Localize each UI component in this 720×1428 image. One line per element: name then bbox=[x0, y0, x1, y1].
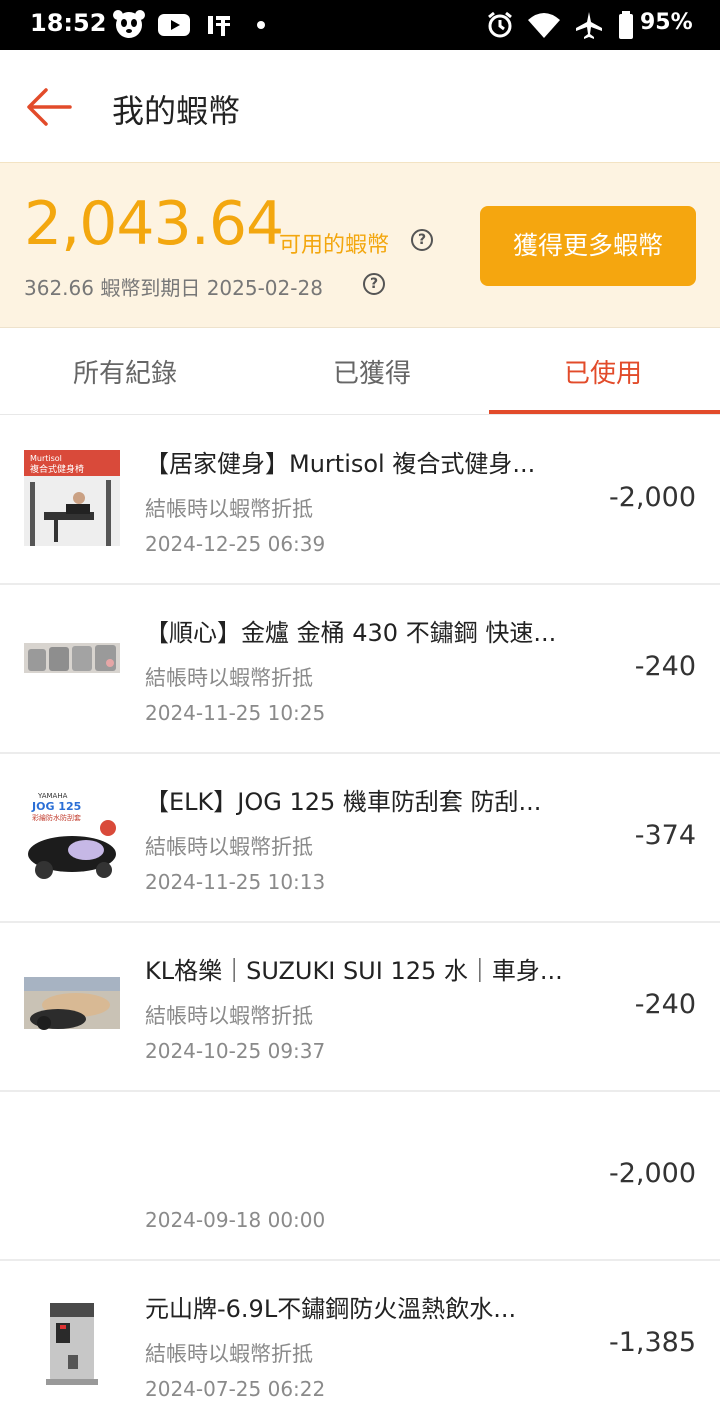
tab-all-records[interactable]: 所有紀錄 bbox=[73, 353, 177, 390]
tab-earned[interactable]: 已獲得 bbox=[333, 353, 411, 390]
transaction-amount: -240 bbox=[634, 989, 696, 1020]
active-tab-indicator bbox=[489, 410, 720, 414]
alarm-icon bbox=[488, 11, 512, 38]
transaction-row[interactable]: KL格樂｜SUZUKI SUI 125 水｜車身... 結帳時以蝦幣折抵 202… bbox=[0, 923, 720, 1092]
transaction-row[interactable]: 2024-09-18 00:00 -2,000 bbox=[0, 1092, 720, 1261]
transaction-description: 結帳時以蝦幣折抵 bbox=[145, 497, 313, 521]
moto-model-text: JOG 125 bbox=[31, 800, 81, 813]
transaction-amount: -1,385 bbox=[608, 1327, 696, 1358]
transaction-title: KL格樂｜SUZUKI SUI 125 水｜車身... bbox=[145, 957, 563, 985]
transaction-title: 元山牌-6.9L不鏽鋼防火溫熱飲水... bbox=[145, 1295, 517, 1323]
transaction-description: 結帳時以蝦幣折抵 bbox=[145, 666, 313, 690]
transaction-title: 【ELK】JOG 125 機車防刮套 防刮... bbox=[145, 788, 542, 816]
airplane-icon bbox=[576, 12, 602, 39]
transaction-date: 2024-09-18 00:00 bbox=[145, 1208, 326, 1232]
moto-sub-text: 彩繪防水防刮套 bbox=[32, 813, 81, 822]
product-thumbnail bbox=[24, 619, 120, 715]
earn-more-coins-button[interactable]: 獲得更多蝦幣 bbox=[480, 206, 696, 286]
transaction-date: 2024-10-25 09:37 bbox=[145, 1039, 326, 1063]
expiry-help-icon[interactable]: ? bbox=[363, 273, 385, 295]
gym-sub-text: 複合式健身椅 bbox=[30, 463, 84, 475]
page-title: 我的蝦幣 bbox=[112, 92, 241, 130]
coin-expiry-text: 362.66 蝦幣到期日 2025-02-28 bbox=[24, 276, 323, 300]
transaction-row[interactable]: 【順心】金爐 金桶 430 不鏽鋼 快速... 結帳時以蝦幣折抵 2024-11… bbox=[0, 585, 720, 754]
tab-used[interactable]: 已使用 bbox=[564, 353, 642, 390]
battery-icon bbox=[619, 11, 633, 39]
transaction-amount: -2,000 bbox=[608, 1158, 696, 1189]
transaction-title: 【順心】金爐 金桶 430 不鏽鋼 快速... bbox=[145, 619, 557, 647]
panda-app-icon bbox=[113, 10, 145, 38]
transaction-date: 2024-12-25 06:39 bbox=[145, 532, 326, 556]
coin-balance: 2,043.64 bbox=[24, 189, 284, 259]
transaction-amount: -374 bbox=[634, 820, 696, 851]
transaction-row[interactable]: 元山牌-6.9L不鏽鋼防火溫熱飲水... 結帳時以蝦幣折抵 2024-07-25… bbox=[0, 1261, 720, 1428]
taobao-icon bbox=[208, 16, 230, 36]
transaction-description: 結帳時以蝦幣折抵 bbox=[145, 835, 313, 859]
transaction-date: 2024-11-25 10:13 bbox=[145, 870, 326, 894]
transaction-description: 結帳時以蝦幣折抵 bbox=[145, 1342, 313, 1366]
app-header: 我的蝦幣 bbox=[0, 50, 720, 162]
status-bar: 18:52 95% bbox=[0, 0, 720, 50]
available-coins-label: 可用的蝦幣 bbox=[279, 233, 390, 258]
product-thumbnail bbox=[24, 957, 120, 1053]
transaction-amount: -2,000 bbox=[608, 482, 696, 513]
moto-brand-text: YAMAHA bbox=[37, 792, 68, 800]
transaction-amount: -240 bbox=[634, 651, 696, 682]
arrow-left-icon[interactable] bbox=[26, 84, 72, 130]
transaction-row[interactable]: Murtisol 複合式健身椅 【居家健身】Murtisol 複合式健身... … bbox=[0, 416, 720, 585]
tab-bar: 所有紀錄 已獲得 已使用 bbox=[0, 329, 720, 415]
product-thumbnail: Murtisol 複合式健身椅 bbox=[24, 450, 120, 546]
transaction-date: 2024-11-25 10:25 bbox=[145, 701, 326, 725]
transaction-description: 結帳時以蝦幣折抵 bbox=[145, 1004, 313, 1028]
help-icon[interactable]: ? bbox=[411, 229, 433, 251]
transaction-title: 【居家健身】Murtisol 複合式健身... bbox=[145, 450, 536, 478]
transaction-row[interactable]: YAMAHA JOG 125 彩繪防水防刮套 【ELK】JOG 125 機車防刮… bbox=[0, 754, 720, 923]
transaction-list: Murtisol 複合式健身椅 【居家健身】Murtisol 複合式健身... … bbox=[0, 416, 720, 1428]
product-thumbnail: YAMAHA JOG 125 彩繪防水防刮套 bbox=[24, 788, 120, 884]
transaction-date: 2024-07-25 06:22 bbox=[145, 1377, 326, 1401]
coins-summary-panel: 2,043.64 可用的蝦幣 ? 362.66 蝦幣到期日 2025-02-28… bbox=[0, 162, 720, 328]
youtube-icon bbox=[158, 14, 190, 36]
battery-percentage: 95% bbox=[640, 10, 693, 35]
status-time: 18:52 bbox=[30, 9, 107, 37]
wifi-icon bbox=[528, 13, 560, 38]
gym-brand-text: Murtisol bbox=[30, 454, 62, 463]
dot-icon bbox=[257, 21, 265, 29]
product-thumbnail bbox=[24, 1295, 120, 1391]
